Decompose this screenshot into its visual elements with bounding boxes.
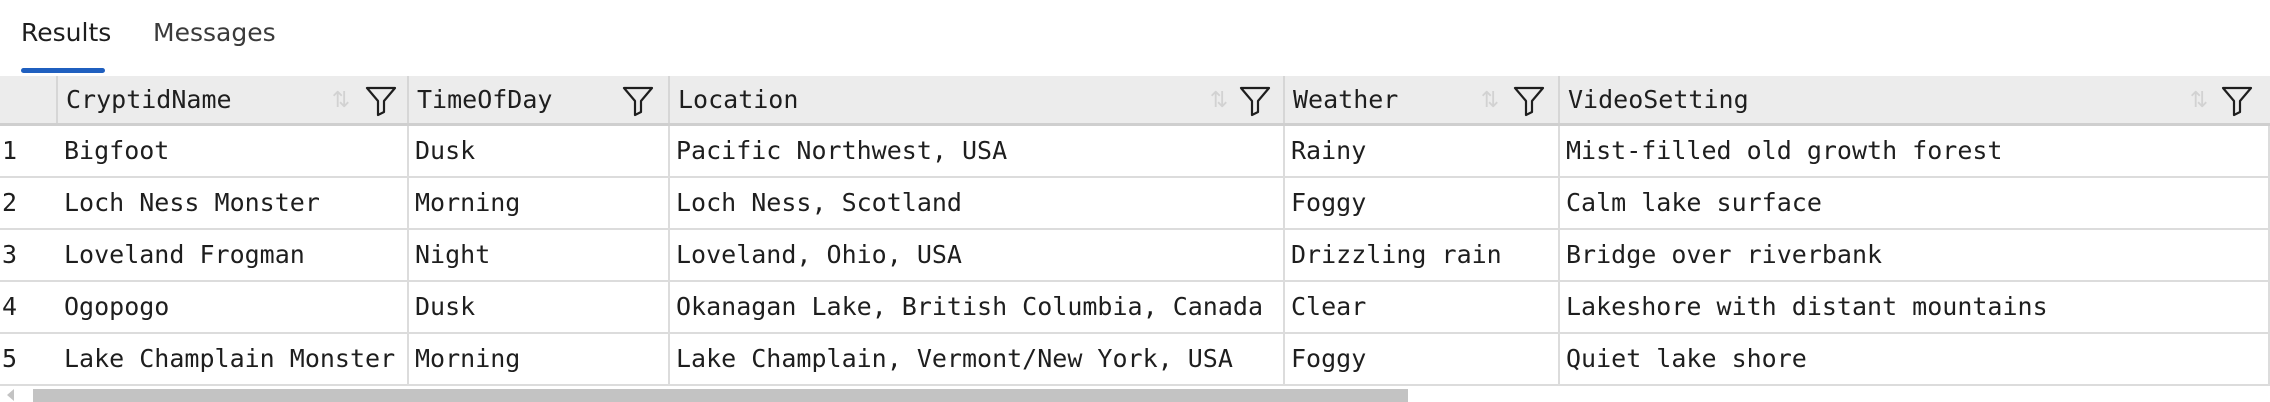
sort-icon[interactable]: ⇅ xyxy=(1204,86,1234,116)
filter-icon[interactable] xyxy=(621,85,655,117)
cell-weather[interactable]: Foggy xyxy=(1285,178,1560,228)
cell-location[interactable]: Loveland, Ohio, USA xyxy=(670,230,1285,280)
table-row[interactable]: 1 Bigfoot Dusk Pacific Northwest, USA Ra… xyxy=(0,126,2270,178)
filter-icon[interactable] xyxy=(1238,85,1272,117)
column-header-cryptidname[interactable]: CryptidName ⇅ xyxy=(58,76,409,123)
cell-cryptidname[interactable]: Ogopogo xyxy=(58,282,409,332)
column-header-weather[interactable]: Weather ⇅ xyxy=(1285,76,1560,123)
cell-timeofday[interactable]: Morning xyxy=(409,178,670,228)
row-header-corner xyxy=(0,76,58,123)
column-header-timeofday[interactable]: TimeOfDay xyxy=(409,76,670,123)
sort-icon[interactable]: ⇅ xyxy=(1475,86,1505,116)
result-tabs: Results Messages xyxy=(0,0,2270,76)
cell-timeofday[interactable]: Dusk xyxy=(409,282,670,332)
sort-icon[interactable]: ⇅ xyxy=(2184,86,2214,116)
row-number[interactable]: 5 xyxy=(0,334,58,384)
column-header-label: TimeOfDay xyxy=(417,85,553,114)
cell-weather[interactable]: Foggy xyxy=(1285,334,1560,384)
horizontal-scrollbar[interactable] xyxy=(0,386,2270,402)
cell-weather[interactable]: Drizzling rain xyxy=(1285,230,1560,280)
table-row[interactable]: 4 Ogopogo Dusk Okanagan Lake, British Co… xyxy=(0,282,2270,334)
table-row[interactable]: 2 Loch Ness Monster Morning Loch Ness, S… xyxy=(0,178,2270,230)
cell-location[interactable]: Loch Ness, Scotland xyxy=(670,178,1285,228)
cell-videosetting[interactable]: Mist-filled old growth forest xyxy=(1560,126,2270,176)
chevron-left-icon[interactable] xyxy=(0,386,20,402)
filter-icon[interactable] xyxy=(1512,85,1546,117)
row-number[interactable]: 3 xyxy=(0,230,58,280)
cell-timeofday[interactable]: Night xyxy=(409,230,670,280)
filter-icon[interactable] xyxy=(2220,85,2254,117)
active-tab-indicator xyxy=(21,68,105,73)
tab-results[interactable]: Results xyxy=(21,18,111,47)
table-row[interactable]: 5 Lake Champlain Monster Morning Lake Ch… xyxy=(0,334,2270,386)
cell-location[interactable]: Lake Champlain, Vermont/New York, USA xyxy=(670,334,1285,384)
cell-timeofday[interactable]: Dusk xyxy=(409,126,670,176)
row-number[interactable]: 1 xyxy=(0,126,58,176)
cell-location[interactable]: Okanagan Lake, British Columbia, Canada xyxy=(670,282,1285,332)
table-row[interactable]: 3 Loveland Frogman Night Loveland, Ohio,… xyxy=(0,230,2270,282)
cell-videosetting[interactable]: Calm lake surface xyxy=(1560,178,2270,228)
cell-timeofday[interactable]: Morning xyxy=(409,334,670,384)
cell-videosetting[interactable]: Lakeshore with distant mountains xyxy=(1560,282,2270,332)
column-header-label: VideoSetting xyxy=(1568,85,1749,114)
cell-cryptidname[interactable]: Loveland Frogman xyxy=(58,230,409,280)
cell-weather[interactable]: Rainy xyxy=(1285,126,1560,176)
results-grid: CryptidName ⇅ TimeOfDay Location ⇅ Weath… xyxy=(0,76,2270,402)
cell-videosetting[interactable]: Quiet lake shore xyxy=(1560,334,2270,384)
row-number[interactable]: 2 xyxy=(0,178,58,228)
scrollbar-thumb[interactable] xyxy=(33,389,1408,402)
row-number[interactable]: 4 xyxy=(0,282,58,332)
column-header-label: Location xyxy=(678,85,799,114)
header-row: CryptidName ⇅ TimeOfDay Location ⇅ Weath… xyxy=(0,76,2270,126)
sort-icon[interactable]: ⇅ xyxy=(326,86,356,116)
filter-icon[interactable] xyxy=(364,85,398,117)
column-header-location[interactable]: Location ⇅ xyxy=(670,76,1285,123)
cell-weather[interactable]: Clear xyxy=(1285,282,1560,332)
tab-messages[interactable]: Messages xyxy=(153,18,276,47)
cell-cryptidname[interactable]: Loch Ness Monster xyxy=(58,178,409,228)
cell-location[interactable]: Pacific Northwest, USA xyxy=(670,126,1285,176)
column-header-label: Weather xyxy=(1293,85,1399,114)
column-header-label: CryptidName xyxy=(66,85,232,114)
cell-videosetting[interactable]: Bridge over riverbank xyxy=(1560,230,2270,280)
cell-cryptidname[interactable]: Bigfoot xyxy=(58,126,409,176)
column-header-videosetting[interactable]: VideoSetting ⇅ xyxy=(1560,76,2270,123)
cell-cryptidname[interactable]: Lake Champlain Monster xyxy=(58,334,409,384)
